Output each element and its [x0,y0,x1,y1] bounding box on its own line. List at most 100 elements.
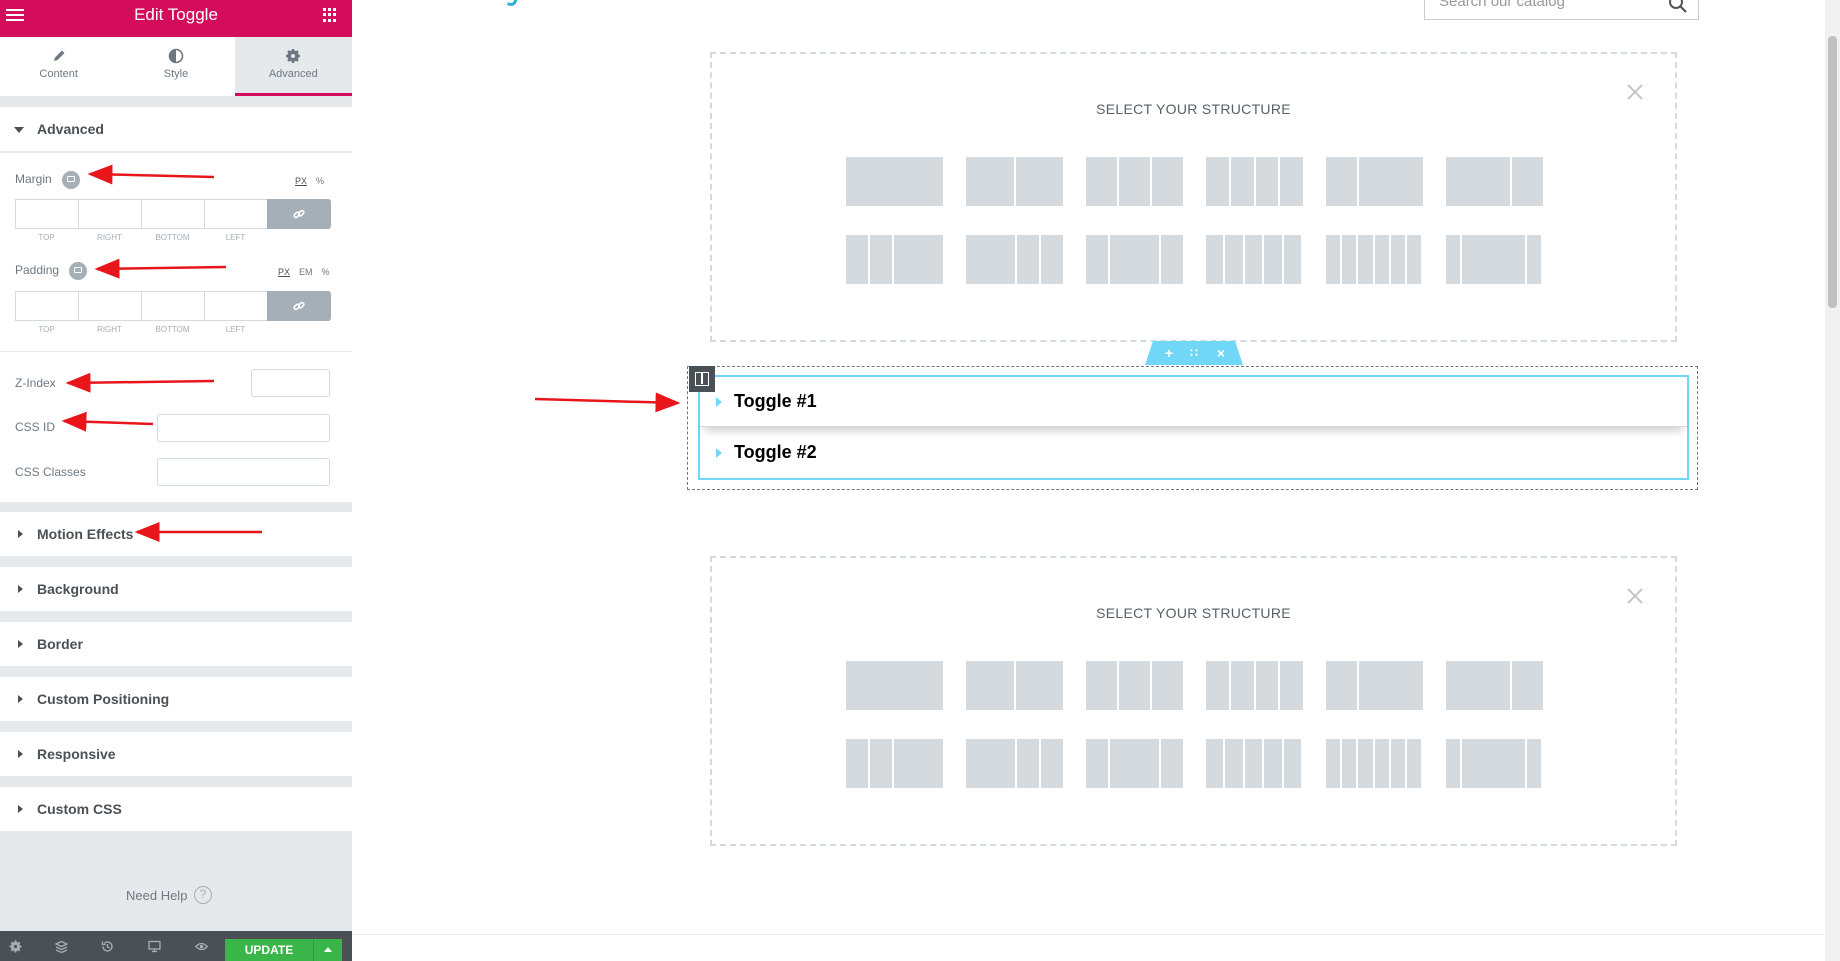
structure-preset[interactable] [1206,661,1303,710]
structure-preset[interactable] [846,661,943,710]
structure-preset[interactable] [966,157,1063,206]
structure-preset[interactable] [1326,739,1423,788]
need-help-link[interactable]: Need Help [126,888,187,903]
structure-preset[interactable] [1206,157,1303,206]
section-custom-positioning-header[interactable]: Custom Positioning [0,677,352,721]
tab-content[interactable]: Content [0,37,117,96]
caret-right-icon [18,640,23,648]
section-custom-css-title: Custom CSS [37,801,122,817]
navigator-icon[interactable] [55,940,68,953]
caret-down-icon [14,127,24,133]
tab-advanced-label: Advanced [268,68,318,80]
margin-dimensions [15,199,331,229]
structure-preset[interactable] [966,235,1063,284]
structure-preset[interactable] [1086,157,1183,206]
css-classes-input[interactable] [157,458,330,486]
panel-tabs: Content Style Advanced [0,37,352,97]
structure-preset[interactable] [846,157,943,206]
padding-right-input[interactable] [78,291,141,321]
structure-preset[interactable] [1326,661,1423,710]
toggle-title: Toggle #1 [734,391,817,411]
toggle-item[interactable]: Toggle #2 [700,428,1687,478]
responsive-device-icon[interactable] [62,171,80,189]
help-icon[interactable]: ? [194,886,212,904]
structure-preset[interactable] [1086,739,1183,788]
responsive-icon[interactable] [148,940,161,953]
structure-preset[interactable] [1326,235,1423,284]
structure-preset[interactable] [1446,235,1543,284]
structure-preset[interactable] [1326,157,1423,206]
tab-style-label: Style [163,68,189,80]
unit-px[interactable]: PX [278,267,290,277]
padding-left-input[interactable] [204,291,267,321]
unit-em[interactable]: EM [299,267,313,277]
close-icon[interactable] [1625,586,1645,606]
search-input[interactable]: Search our catalog [1424,0,1699,20]
margin-link-button[interactable] [267,199,331,229]
padding-top-input[interactable] [15,291,78,321]
unit-percent[interactable]: % [322,267,330,277]
margin-right-input[interactable] [78,199,141,229]
edit-widget-button[interactable] [689,366,715,392]
section-motion-effects-header[interactable]: Motion Effects [0,512,352,556]
css-id-label: CSS ID [15,420,56,434]
toggle-widget[interactable]: Toggle #1 Toggle #2 [698,375,1689,480]
contrast-icon [168,48,184,64]
margin-top-input[interactable] [15,199,78,229]
structure-preset[interactable] [1446,739,1543,788]
structure-preset[interactable] [1086,235,1183,284]
plus-icon[interactable]: + [1162,346,1176,360]
unit-percent[interactable]: % [316,176,324,186]
css-id-input[interactable] [157,414,330,442]
structure-preset[interactable] [1206,235,1303,284]
settings-icon[interactable] [9,940,22,953]
scrollbar[interactable] [1825,0,1840,961]
structure-preset[interactable] [966,739,1063,788]
save-options-button[interactable] [313,939,342,961]
search-icon[interactable] [1668,0,1688,14]
structure-presets-row [846,235,1543,284]
section-responsive-header[interactable]: Responsive [0,732,352,776]
preview-icon[interactable] [195,940,208,953]
z-index-input[interactable] [251,369,330,397]
close-icon[interactable] [1625,82,1645,102]
structure-preset[interactable] [1446,157,1543,206]
padding-bottom-input[interactable] [141,291,204,321]
widgets-grid-icon[interactable] [323,8,337,22]
unit-px[interactable]: PX [295,176,307,186]
close-icon[interactable]: × [1214,346,1228,360]
structure-preset[interactable] [846,739,943,788]
caret-right-icon [18,695,23,703]
margin-left-input[interactable] [204,199,267,229]
structure-preset[interactable] [966,661,1063,710]
history-icon[interactable] [101,940,114,953]
section-custom-css-header[interactable]: Custom CSS [0,787,352,831]
structure-presets-row [846,739,1543,788]
section-background-header[interactable]: Background [0,567,352,611]
css-classes-label: CSS Classes [15,465,86,479]
elementor-editor: Edit Toggle Content Style Advanced Advan… [0,0,1840,961]
panel-header: Edit Toggle [0,0,352,37]
padding-link-button[interactable] [267,291,331,321]
update-button[interactable]: UPDATE [225,939,313,961]
section-border-title: Border [37,636,83,652]
tab-style[interactable]: Style [117,37,234,96]
section-advanced-header[interactable]: Advanced [0,107,352,151]
scrollbar-thumb[interactable] [1828,36,1837,308]
section-border-header[interactable]: Border [0,622,352,666]
responsive-device-icon[interactable] [69,262,87,280]
section-background-title: Background [37,581,119,597]
tab-advanced[interactable]: Advanced [234,37,352,96]
drag-icon[interactable]: ∷ [1187,346,1201,360]
toggle-item[interactable]: Toggle #1 [700,377,1687,427]
padding-units: PX EM% [269,267,330,277]
caret-right-icon [18,585,23,593]
structure-preset[interactable] [1446,661,1543,710]
divider [0,351,352,352]
structure-preset[interactable] [1086,661,1183,710]
margin-units: PX% [286,176,324,186]
structure-preset[interactable] [1206,739,1303,788]
structure-preset[interactable] [846,235,943,284]
section-custom-positioning-title: Custom Positioning [37,691,170,707]
margin-bottom-input[interactable] [141,199,204,229]
